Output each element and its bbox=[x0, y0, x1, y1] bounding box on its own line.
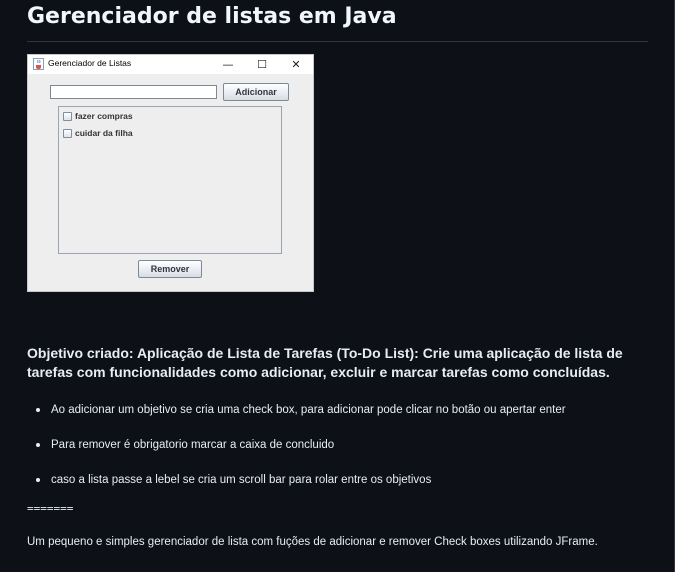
add-button[interactable]: Adicionar bbox=[223, 83, 289, 101]
task-label: cuidar da filha bbox=[75, 128, 133, 138]
readme-page: Gerenciador de listas em Java Gerenciado… bbox=[0, 0, 675, 572]
bullet-icon bbox=[36, 408, 40, 412]
maximize-button[interactable]: ☐ bbox=[245, 55, 279, 74]
task-label: fazer compras bbox=[75, 111, 133, 121]
window-title: Gerenciador de Listas bbox=[48, 58, 132, 68]
task-input[interactable] bbox=[50, 85, 217, 99]
app-screenshot-window: Gerenciador de Listas — ☐ ✕ Adicionar fa… bbox=[27, 54, 314, 292]
remove-button[interactable]: Remover bbox=[138, 260, 202, 278]
minimize-button[interactable]: — bbox=[211, 55, 245, 74]
bullet-text: Ao adicionar um objetivo se cria uma che… bbox=[51, 404, 566, 416]
separator-text: ======= bbox=[27, 502, 74, 515]
bullet-text: Para remover é obrigatorio marcar a caix… bbox=[51, 439, 335, 451]
java-cup-icon bbox=[33, 58, 44, 70]
list-item: Ao adicionar um objetivo se cria uma che… bbox=[27, 398, 647, 433]
bullet-text: caso a lista passe a lebel se cria um sc… bbox=[51, 474, 432, 486]
task-checkbox[interactable] bbox=[63, 111, 72, 121]
task-checkbox[interactable] bbox=[63, 128, 72, 138]
readme-container: Gerenciador de listas em Java Gerenciado… bbox=[0, 0, 675, 572]
bullet-icon bbox=[36, 478, 40, 482]
window-titlebar: Gerenciador de Listas — ☐ ✕ bbox=[28, 55, 313, 74]
list-item: caso a lista passe a lebel se cria um sc… bbox=[27, 468, 647, 503]
list-item: Para remover é obrigatorio marcar a caix… bbox=[27, 433, 647, 468]
feature-list: Ao adicionar um objetivo se cria uma che… bbox=[27, 398, 647, 503]
title-divider bbox=[27, 41, 648, 42]
list-item[interactable]: cuidar da filha bbox=[63, 127, 133, 139]
objective-text: Objetivo criado: Aplicação de Lista de T… bbox=[27, 345, 623, 380]
list-item[interactable]: fazer compras bbox=[63, 110, 133, 122]
page-title: Gerenciador de listas em Java bbox=[27, 4, 397, 29]
close-button[interactable]: ✕ bbox=[279, 55, 313, 74]
task-list: fazer compras cuidar da filha bbox=[58, 106, 282, 254]
bullet-icon bbox=[36, 443, 40, 447]
footer-description: Um pequeno e simples gerenciador de list… bbox=[27, 536, 598, 548]
